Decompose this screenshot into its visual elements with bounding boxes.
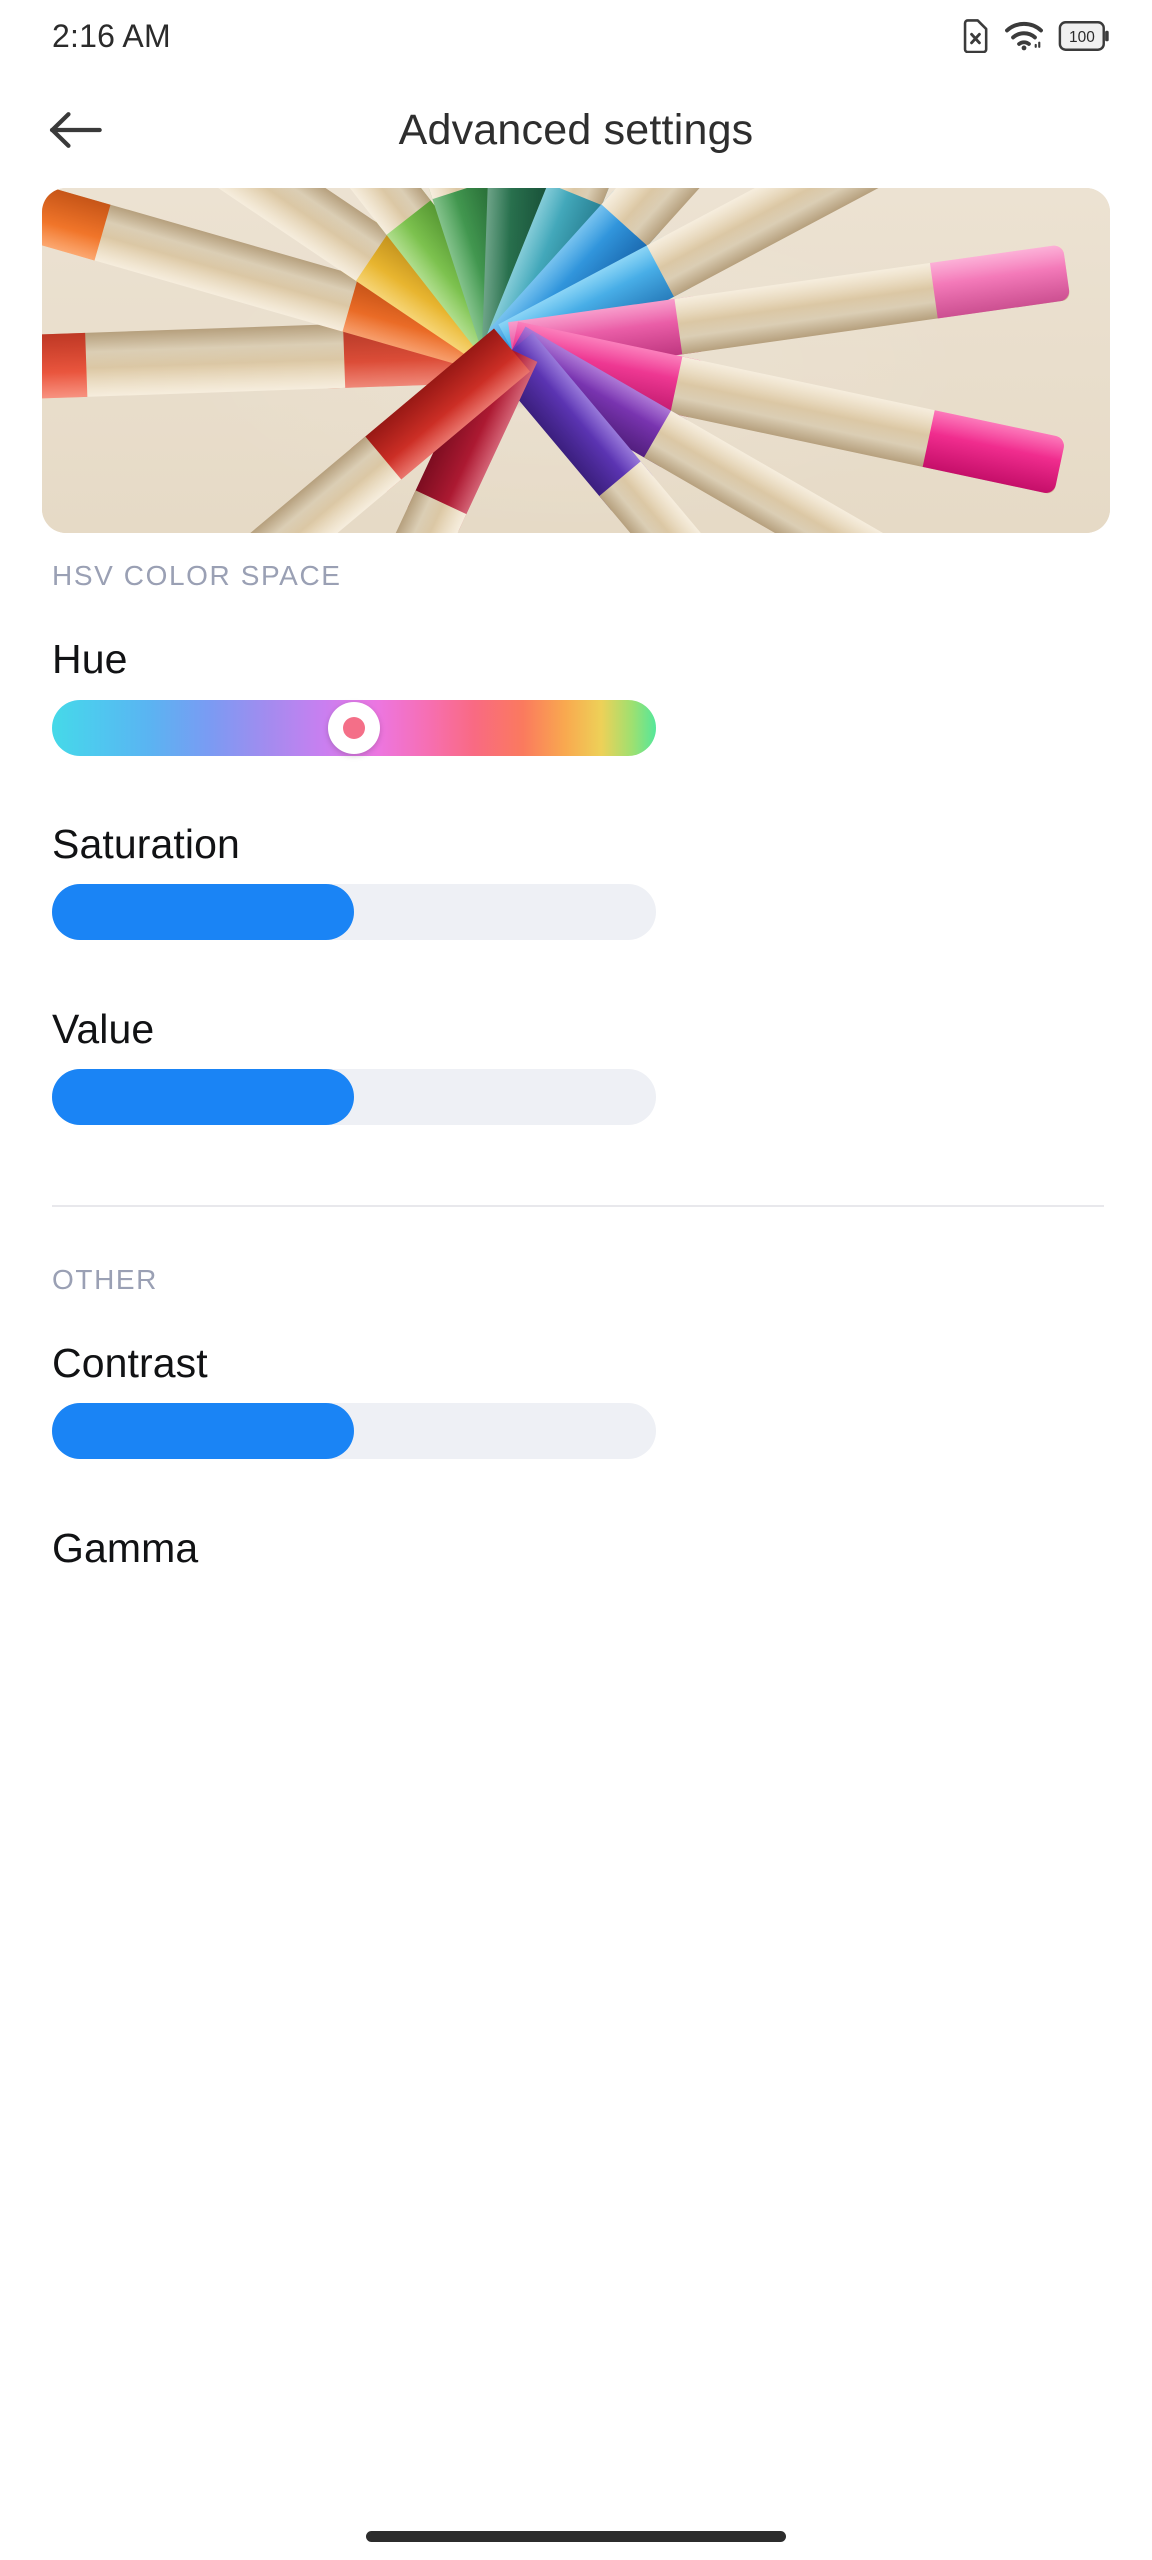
image-preview <box>42 188 1110 533</box>
slider-hue[interactable] <box>52 700 656 756</box>
slider-thumb-hue[interactable] <box>328 702 380 754</box>
section-divider <box>52 1205 1104 1207</box>
slider-label-saturation: Saturation <box>52 821 240 867</box>
slider-fill-value <box>52 1069 354 1125</box>
status-bar-icons: 100 <box>960 19 1110 53</box>
battery-icon: 100 <box>1058 21 1110 51</box>
home-gesture-pill[interactable] <box>366 2531 786 2542</box>
status-bar: 2:16 AM 100 <box>0 0 1152 72</box>
status-bar-clock: 2:16 AM <box>52 17 171 54</box>
colored-pencils-photo <box>42 188 1110 533</box>
page-title: Advanced settings <box>398 105 754 154</box>
slider-value[interactable] <box>52 1069 656 1125</box>
slider-fill-saturation <box>52 884 354 940</box>
slider-label-value: Value <box>52 1006 155 1052</box>
slider-contrast[interactable] <box>52 1403 656 1459</box>
svg-text:100: 100 <box>1069 29 1095 46</box>
sim-card-no-signal-icon <box>960 19 990 53</box>
back-arrow-icon <box>48 107 104 153</box>
slider-fill-contrast <box>52 1403 354 1459</box>
wifi-icon <box>1005 20 1043 52</box>
slider-label-contrast: Contrast <box>52 1340 208 1386</box>
section-header-other: OTHER <box>52 1264 158 1295</box>
slider-label-gamma: Gamma <box>52 1525 199 1571</box>
section-header-hsv: HSV COLOR SPACE <box>52 560 342 591</box>
slider-saturation[interactable] <box>52 884 656 940</box>
back-button[interactable] <box>28 82 124 178</box>
app-bar: Advanced settings <box>0 72 1152 188</box>
slider-label-hue: Hue <box>52 636 128 682</box>
